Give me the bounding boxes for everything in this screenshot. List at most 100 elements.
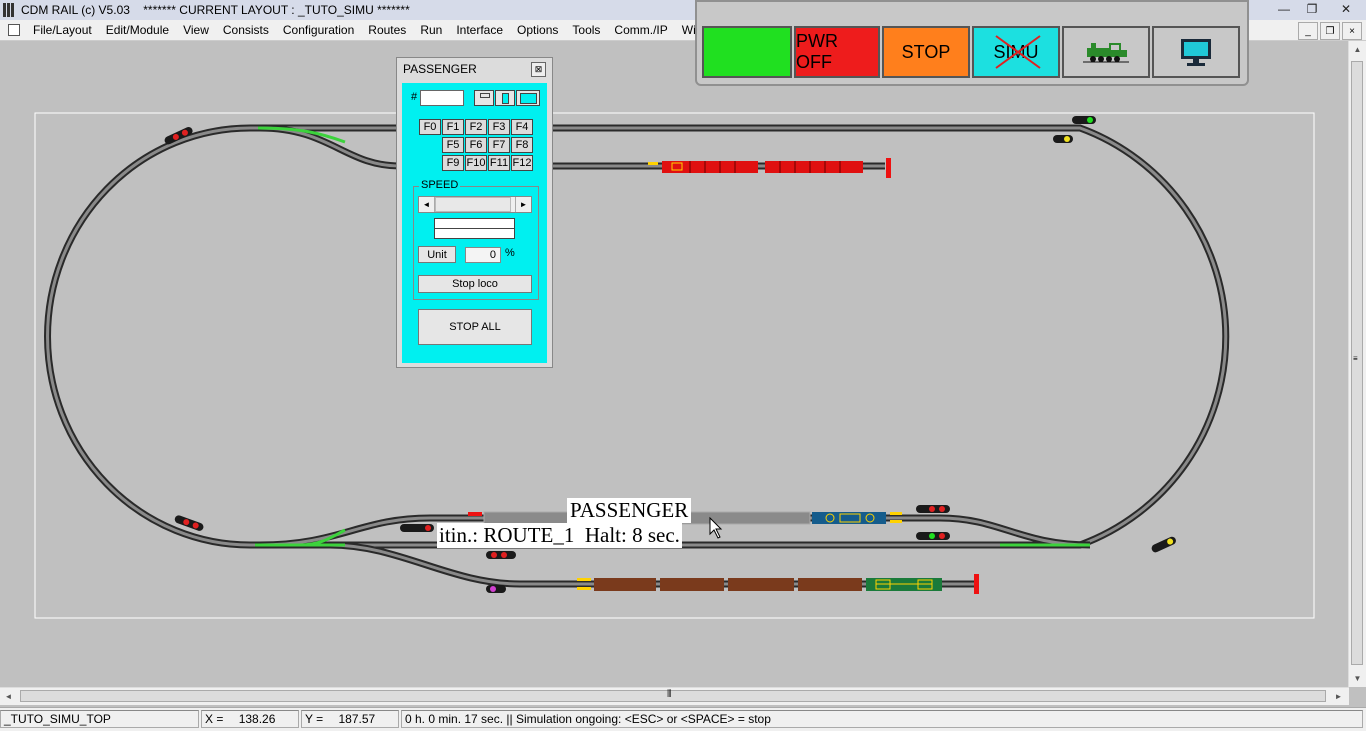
- function-key-f11[interactable]: F11: [488, 155, 510, 171]
- buffer-stop-lower: [974, 574, 979, 594]
- address-input[interactable]: [420, 90, 464, 106]
- minimize-button[interactable]: —: [1270, 0, 1298, 18]
- stop-loco-button[interactable]: Stop loco: [418, 275, 532, 293]
- pwr-off-button[interactable]: PWR OFF: [794, 26, 880, 78]
- stop-button[interactable]: STOP: [882, 26, 970, 78]
- power-on-indicator[interactable]: [702, 26, 792, 78]
- status-x-value: 138.26: [238, 712, 276, 726]
- freight-train[interactable]: [577, 578, 942, 591]
- mdi-controls: _ ❐ ×: [1298, 22, 1362, 40]
- mdi-minimize-button[interactable]: _: [1298, 22, 1318, 40]
- slider-track[interactable]: [435, 197, 515, 212]
- loco-close-icon[interactable]: ⊠: [531, 62, 546, 77]
- mdi-restore-button[interactable]: ❐: [1320, 22, 1340, 40]
- scroll-right-button[interactable]: ►: [1330, 688, 1347, 705]
- document-icon[interactable]: [8, 24, 20, 36]
- app-icon[interactable]: [3, 3, 17, 17]
- function-key-f2[interactable]: F2: [465, 119, 487, 135]
- status-y-coordinate: Y = 187.57: [301, 710, 399, 728]
- function-key-f6[interactable]: F6: [465, 137, 487, 153]
- vertical-scroll-thumb[interactable]: ≡: [1351, 61, 1363, 665]
- function-key-f4[interactable]: F4: [511, 119, 533, 135]
- status-x-label: X =: [205, 712, 224, 726]
- loco-window-titlebar[interactable]: PASSENGER ⊠: [397, 58, 552, 80]
- layout-canvas[interactable]: PASSENGER itin.: ROUTE_1 Halt: 8 sec.: [0, 41, 1349, 687]
- view-mode-icon-1: [480, 93, 490, 98]
- function-key-f9[interactable]: F9: [442, 155, 464, 171]
- address-label: #: [411, 91, 418, 103]
- menu-configuration[interactable]: Configuration: [276, 23, 361, 37]
- function-key-f7[interactable]: F7: [488, 137, 510, 153]
- red-train[interactable]: [648, 161, 863, 173]
- scroll-down-button[interactable]: ▼: [1349, 670, 1366, 687]
- status-x-coordinate: X = 138.26: [201, 710, 299, 728]
- loco-window-title: PASSENGER: [403, 62, 477, 76]
- signal-bottom-right[interactable]: [1150, 535, 1177, 553]
- signal-passing-left[interactable]: [400, 524, 434, 532]
- pwr-off-label: PWR OFF: [796, 31, 838, 72]
- signal-passing-right[interactable]: [916, 505, 950, 513]
- scroll-left-button[interactable]: ◄: [0, 688, 17, 705]
- function-key-f0[interactable]: F0: [419, 119, 441, 135]
- unit-button[interactable]: Unit: [418, 246, 456, 263]
- status-bar: _TUTO_SIMU_TOP X = 138.26 Y = 187.57 0 h…: [0, 707, 1366, 731]
- function-key-f10[interactable]: F10: [465, 155, 487, 171]
- signal-main-right[interactable]: [916, 532, 950, 540]
- function-key-f5[interactable]: F5: [442, 137, 464, 153]
- stop-label: STOP: [901, 41, 951, 62]
- upper-siding-track[interactable]: [259, 124, 885, 170]
- locomotive-control-window[interactable]: PASSENGER ⊠ # F0 F1 F2 F3 F4 F5 F6 F7 F8…: [396, 57, 553, 368]
- scroll-up-button[interactable]: ▲: [1349, 41, 1366, 58]
- locomotive-button[interactable]: [1062, 26, 1150, 78]
- window-title: CDM RAIL (c) V5.03 ******* CURRENT LAYOU…: [21, 3, 410, 17]
- menu-comm-ip[interactable]: Comm./IP: [607, 23, 674, 37]
- view-mode-button-2[interactable]: [495, 90, 515, 106]
- function-key-f8[interactable]: F8: [511, 137, 533, 153]
- menu-routes[interactable]: Routes: [361, 23, 413, 37]
- horizontal-scrollbar[interactable]: ◄ ⦀ ►: [0, 687, 1349, 705]
- loco-window-body: # F0 F1 F2 F3 F4 F5 F6 F7 F8 F9 F10 F11 …: [402, 83, 547, 363]
- signal-top-right-yellow[interactable]: [1053, 135, 1073, 143]
- main-loop-track[interactable]: [44, 124, 1230, 549]
- speed-value-field[interactable]: 0: [465, 247, 501, 263]
- monitor-button[interactable]: [1152, 26, 1240, 78]
- monitor-icon: [1181, 39, 1211, 66]
- mdi-close-button[interactable]: ×: [1342, 22, 1362, 40]
- horizontal-grip-icon: ⦀: [667, 689, 672, 700]
- maximize-button[interactable]: ❐: [1298, 0, 1326, 18]
- signal-siding-purple[interactable]: [486, 585, 506, 593]
- vertical-scrollbar[interactable]: ▲ ≡ ▼: [1348, 41, 1366, 687]
- menu-interface[interactable]: Interface: [449, 23, 510, 37]
- view-mode-button-3[interactable]: [516, 90, 540, 106]
- menu-view[interactable]: View: [176, 23, 216, 37]
- function-key-f12[interactable]: F12: [511, 155, 533, 171]
- simu-cross-icon: [995, 35, 1041, 69]
- slider-right-button[interactable]: ►: [515, 197, 531, 212]
- menu-consists[interactable]: Consists: [216, 23, 276, 37]
- train-tooltip-name: PASSENGER: [567, 498, 692, 523]
- menu-tools[interactable]: Tools: [565, 23, 607, 37]
- vertical-grip-icon: ≡: [1353, 354, 1358, 363]
- track-layout[interactable]: [0, 41, 1349, 687]
- signal-siding-entry[interactable]: [486, 551, 516, 559]
- horizontal-scroll-thumb[interactable]: ⦀: [20, 689, 1326, 702]
- signal-top-right-green[interactable]: [1072, 116, 1096, 124]
- view-mode-icon-2: [502, 93, 509, 104]
- view-mode-button-1[interactable]: [474, 90, 494, 106]
- slider-left-button[interactable]: ◄: [419, 197, 435, 212]
- speed-slider[interactable]: ◄ ►: [418, 196, 532, 213]
- train-tooltip-itinerary: itin.: ROUTE_1 Halt: 8 sec.: [437, 523, 682, 548]
- stop-all-button[interactable]: STOP ALL: [418, 309, 532, 345]
- function-key-f3[interactable]: F3: [488, 119, 510, 135]
- menu-options[interactable]: Options: [510, 23, 565, 37]
- menu-run[interactable]: Run: [413, 23, 449, 37]
- simu-button[interactable]: SIMU: [972, 26, 1060, 78]
- menu-edit-module[interactable]: Edit/Module: [99, 23, 176, 37]
- speed-indicator-bottom: [434, 228, 515, 239]
- function-key-f1[interactable]: F1: [442, 119, 464, 135]
- status-y-label: Y =: [305, 712, 324, 726]
- slider-thumb[interactable]: [435, 197, 511, 212]
- speed-group-label: SPEED: [419, 179, 461, 191]
- close-button[interactable]: ✕: [1326, 0, 1366, 18]
- menu-file-layout[interactable]: File/Layout: [26, 23, 99, 37]
